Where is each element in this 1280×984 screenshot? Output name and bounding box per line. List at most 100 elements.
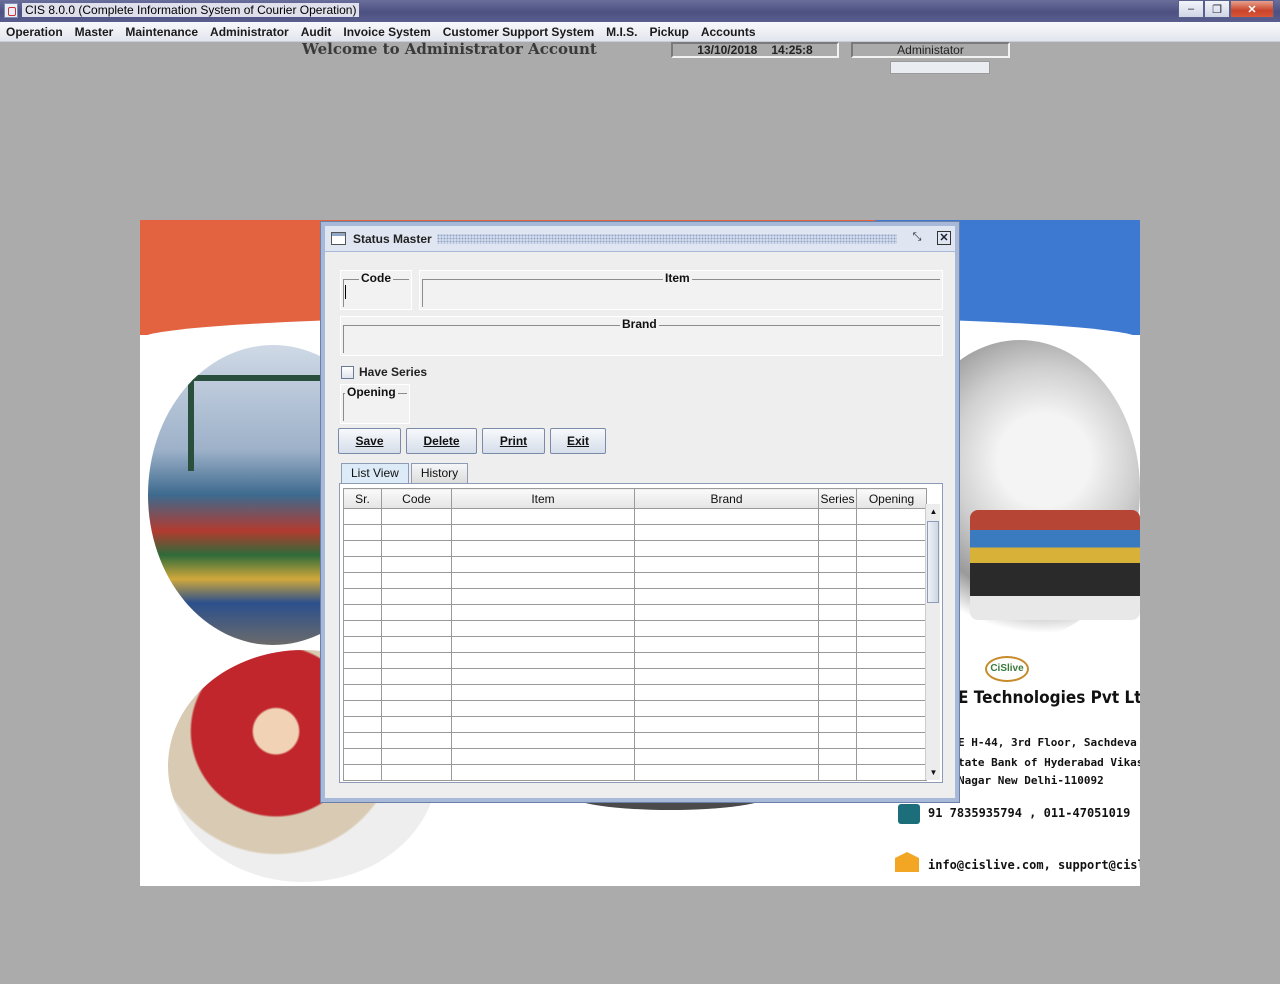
table-cell[interactable]	[634, 572, 819, 589]
table-row[interactable]	[343, 652, 927, 669]
table-row[interactable]	[343, 668, 927, 685]
table-cell[interactable]	[451, 652, 635, 669]
table-cell[interactable]	[634, 620, 819, 637]
table-cell[interactable]	[451, 524, 635, 541]
table-cell[interactable]	[818, 684, 857, 701]
table-cell[interactable]	[451, 588, 635, 605]
table-cell[interactable]	[856, 668, 927, 685]
table-cell[interactable]	[856, 524, 927, 541]
minimize-button[interactable]: –	[1178, 0, 1204, 18]
table-row[interactable]	[343, 620, 927, 637]
table-cell[interactable]	[381, 508, 452, 525]
table-cell[interactable]	[451, 668, 635, 685]
table-cell[interactable]	[343, 540, 382, 557]
table-cell[interactable]	[343, 508, 382, 525]
table-cell[interactable]	[381, 636, 452, 653]
vertical-scrollbar[interactable]: ▲ ▼	[925, 504, 940, 780]
table-row[interactable]	[343, 508, 927, 525]
table-cell[interactable]	[343, 652, 382, 669]
table-cell[interactable]	[381, 604, 452, 621]
table-cell[interactable]	[856, 636, 927, 653]
table-cell[interactable]	[381, 668, 452, 685]
menu-pickup[interactable]: Pickup	[643, 25, 694, 39]
table-cell[interactable]	[634, 540, 819, 557]
table-cell[interactable]	[343, 604, 382, 621]
exit-button[interactable]: Exit	[550, 428, 606, 454]
opening-field[interactable]: Opening	[340, 384, 410, 424]
restore-button[interactable]: ❐	[1204, 0, 1230, 18]
table-cell[interactable]	[343, 620, 382, 637]
table-cell[interactable]	[818, 524, 857, 541]
save-button[interactable]: Save	[338, 428, 401, 454]
table-cell[interactable]	[818, 508, 857, 525]
tab-list-view[interactable]: List View	[341, 463, 409, 483]
table-cell[interactable]	[634, 588, 819, 605]
code-field[interactable]: Code	[340, 270, 412, 310]
table-row[interactable]	[343, 748, 927, 765]
table-cell[interactable]	[343, 524, 382, 541]
table-cell[interactable]	[634, 700, 819, 717]
table-row[interactable]	[343, 764, 927, 781]
table-cell[interactable]	[856, 508, 927, 525]
menu-invoice-system[interactable]: Invoice System	[337, 25, 436, 39]
table-cell[interactable]	[856, 556, 927, 573]
restore-icon[interactable]: ⤡	[910, 231, 924, 245]
table-cell[interactable]	[634, 524, 819, 541]
table-cell[interactable]	[818, 652, 857, 669]
table-cell[interactable]	[343, 748, 382, 765]
table-cell[interactable]	[818, 588, 857, 605]
table-cell[interactable]	[856, 540, 927, 557]
table-cell[interactable]	[451, 748, 635, 765]
table-cell[interactable]	[818, 764, 857, 781]
table-cell[interactable]	[856, 716, 927, 733]
table-cell[interactable]	[381, 716, 452, 733]
close-button[interactable]: ✕	[1230, 0, 1274, 18]
table-cell[interactable]	[381, 620, 452, 637]
table-cell[interactable]	[451, 556, 635, 573]
table-row[interactable]	[343, 732, 927, 749]
table-cell[interactable]	[856, 588, 927, 605]
table-cell[interactable]	[818, 732, 857, 749]
table-cell[interactable]	[343, 556, 382, 573]
table-cell[interactable]	[381, 732, 452, 749]
item-field[interactable]: Item	[419, 270, 943, 310]
table-cell[interactable]	[343, 684, 382, 701]
table-cell[interactable]	[381, 588, 452, 605]
table-cell[interactable]	[856, 604, 927, 621]
column-header-brand[interactable]: Brand	[634, 488, 819, 509]
column-header-sr[interactable]: Sr.	[343, 488, 382, 509]
table-cell[interactable]	[451, 620, 635, 637]
have-series-checkbox[interactable]	[341, 365, 354, 379]
dialog-titlebar[interactable]: Status Master ⤡ ✕	[325, 226, 955, 252]
table-cell[interactable]	[634, 748, 819, 765]
table-cell[interactable]	[381, 540, 452, 557]
scroll-up-icon[interactable]: ▲	[926, 504, 941, 519]
table-cell[interactable]	[381, 524, 452, 541]
table-cell[interactable]	[634, 604, 819, 621]
table-cell[interactable]	[634, 636, 819, 653]
table-cell[interactable]	[856, 764, 927, 781]
print-button[interactable]: Print	[482, 428, 545, 454]
table-cell[interactable]	[634, 668, 819, 685]
table-row[interactable]	[343, 684, 927, 701]
have-series-option[interactable]: Have Series	[341, 365, 427, 379]
table-cell[interactable]	[451, 732, 635, 749]
table-cell[interactable]	[451, 764, 635, 781]
table-cell[interactable]	[381, 556, 452, 573]
table-cell[interactable]	[818, 540, 857, 557]
table-row[interactable]	[343, 588, 927, 605]
table-cell[interactable]	[343, 588, 382, 605]
table-row[interactable]	[343, 636, 927, 653]
table-row[interactable]	[343, 524, 927, 541]
table-cell[interactable]	[856, 732, 927, 749]
table-cell[interactable]	[634, 716, 819, 733]
table-cell[interactable]	[634, 556, 819, 573]
scroll-thumb[interactable]	[927, 521, 939, 603]
table-cell[interactable]	[343, 764, 382, 781]
menu-maintenance[interactable]: Maintenance	[119, 25, 204, 39]
table-cell[interactable]	[818, 620, 857, 637]
menu-master[interactable]: Master	[69, 25, 120, 39]
table-cell[interactable]	[381, 764, 452, 781]
table-row[interactable]	[343, 604, 927, 621]
table-cell[interactable]	[818, 668, 857, 685]
